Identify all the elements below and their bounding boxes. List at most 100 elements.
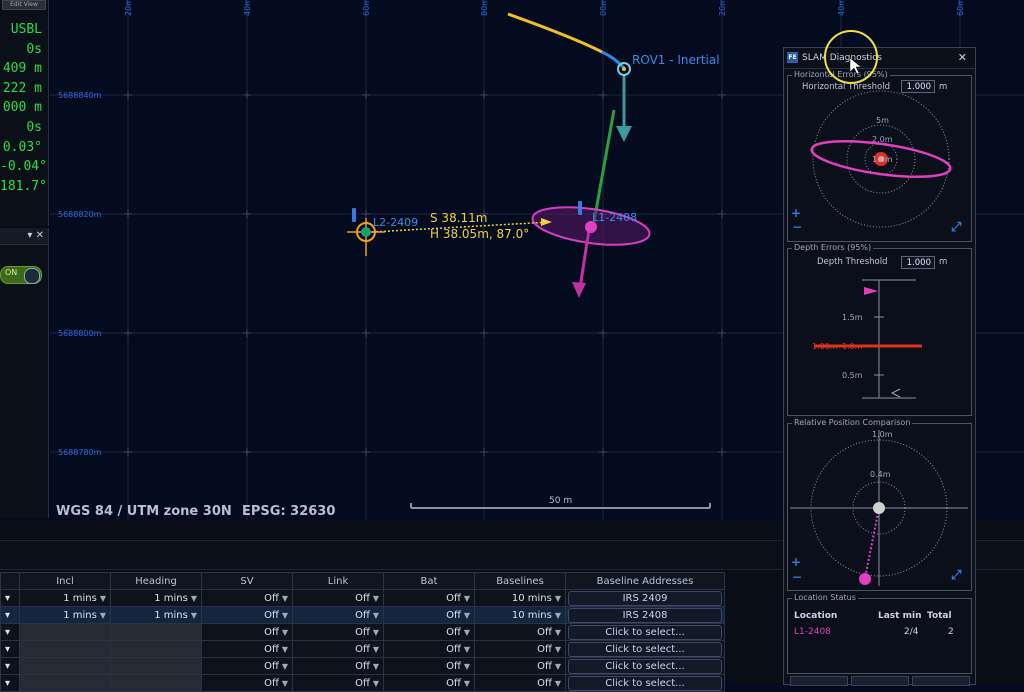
column-header[interactable]: Link <box>292 572 384 590</box>
table-cell[interactable]: Off ▼ <box>474 640 566 658</box>
table-cell[interactable] <box>110 623 202 641</box>
table-cell[interactable]: Off ▼ <box>474 674 566 692</box>
table-cell[interactable]: Off ▼ <box>201 589 293 607</box>
location-last-min: 2/4 <box>904 627 919 637</box>
table-cell[interactable]: ▾ <box>0 674 20 692</box>
column-header[interactable] <box>0 572 20 590</box>
table-cell[interactable] <box>19 640 111 658</box>
expand-icon[interactable]: ⤢ <box>951 568 961 583</box>
baseline-address-cell: Click to select... <box>565 640 725 658</box>
on-toggle[interactable]: ON <box>0 266 42 284</box>
table-cell[interactable]: Off ▼ <box>292 589 384 607</box>
table-cell[interactable]: ▾ <box>0 606 20 624</box>
chevron-down-icon: ▼ <box>372 661 379 671</box>
column-header[interactable]: Heading <box>110 572 202 590</box>
table-cell[interactable]: Off ▼ <box>383 657 475 675</box>
table-row[interactable]: ▾ Off ▼ Off ▼ Off ▼ Off ▼ Click to select... <box>0 623 725 641</box>
table-cell[interactable]: Off ▼ <box>383 606 475 624</box>
table-cell[interactable] <box>110 674 202 692</box>
table-cell[interactable]: Off ▼ <box>474 623 566 641</box>
column-header[interactable]: Incl <box>19 572 111 590</box>
table-row[interactable]: ▾ Off ▼ Off ▼ Off ▼ Off ▼ Click to select... <box>0 640 725 658</box>
baseline-address-button[interactable]: Click to select... <box>568 641 722 657</box>
table-cell[interactable]: ▾ <box>0 657 20 675</box>
table-cell[interactable]: ▾ <box>0 589 20 607</box>
table-cell[interactable] <box>19 623 111 641</box>
table-cell[interactable]: ▾ <box>0 640 20 658</box>
table-cell[interactable]: Off ▼ <box>201 640 293 658</box>
zoom-in-icon[interactable]: + <box>791 206 801 220</box>
table-cell[interactable]: 1 mins ▼ <box>19 589 111 607</box>
table-cell[interactable]: 1 mins ▼ <box>110 589 202 607</box>
table-row[interactable]: ▾ 1 mins ▼ 1 mins ▼ Off ▼ Off ▼ Off ▼ 10 mins ▼ IRS 2… <box>0 606 725 624</box>
baseline-address-button[interactable]: IRS 2409 <box>568 590 722 606</box>
telemetry-value: 409 m <box>2 61 42 77</box>
column-header[interactable]: Baselines <box>474 572 566 590</box>
telemetry-value: 0s <box>26 41 42 57</box>
table-cell[interactable]: Off ▼ <box>201 657 293 675</box>
table-row[interactable]: ▾ 1 mins ▼ 1 mins ▼ Off ▼ Off ▼ Off ▼ 10 mins ▼ IRS 2… <box>0 589 725 607</box>
range-slant: S 38.11m <box>430 211 487 225</box>
table-cell[interactable] <box>110 657 202 675</box>
table-cell[interactable]: Off ▼ <box>201 623 293 641</box>
chevron-down-icon: ▼ <box>372 678 379 688</box>
slam-window-title[interactable]: FE SLAM Diagnostics ✕ <box>784 48 975 69</box>
table-row[interactable]: ▾ Off ▼ Off ▼ Off ▼ Off ▼ Click to select... <box>0 674 725 692</box>
table-cell[interactable]: Off ▼ <box>383 640 475 658</box>
table-cell[interactable]: Off ▼ <box>292 674 384 692</box>
zoom-out-icon[interactable]: − <box>792 570 802 584</box>
slam-footer-button[interactable] <box>851 676 909 686</box>
table-cell[interactable]: Off ▼ <box>292 606 384 624</box>
table-cell[interactable]: Off ▼ <box>201 674 293 692</box>
zoom-in-icon[interactable]: + <box>791 555 801 569</box>
close-icon[interactable]: ✕ <box>958 48 967 68</box>
baseline-address-button[interactable]: Click to select... <box>568 624 722 640</box>
left-panel-header-icons[interactable]: ▾ ✕ <box>0 228 48 245</box>
svg-text:5m: 5m <box>876 116 889 125</box>
table-cell[interactable] <box>19 657 111 675</box>
table-cell[interactable]: Off ▼ <box>474 657 566 675</box>
zoom-out-icon[interactable]: − <box>792 220 802 234</box>
slam-footer-button[interactable] <box>790 676 848 686</box>
table-cell[interactable]: Off ▼ <box>383 623 475 641</box>
table-cell[interactable]: Off ▼ <box>292 623 384 641</box>
edit-view-button[interactable]: Edit View <box>2 0 46 10</box>
baseline-address-button[interactable]: Click to select... <box>568 658 722 674</box>
table-cell[interactable]: 10 mins ▼ <box>474 606 566 624</box>
table-cell[interactable]: Off ▼ <box>201 606 293 624</box>
slam-title-text: SLAM Diagnostics <box>802 53 882 63</box>
column-header[interactable]: Baseline Addresses <box>565 572 725 590</box>
table-cell[interactable]: ▾ <box>0 623 20 641</box>
svg-text:0.4m: 0.4m <box>870 470 891 479</box>
chevron-down-icon: ▼ <box>554 661 561 671</box>
chevron-down-icon: ▼ <box>281 627 288 637</box>
baseline-address-button[interactable]: Click to select... <box>568 675 722 691</box>
location-status-panel: Location Status Location Last min Total … <box>787 593 972 674</box>
column-header[interactable]: Bat <box>383 572 475 590</box>
expand-icon[interactable]: ⤢ <box>951 220 961 235</box>
slam-footer-button[interactable] <box>912 676 970 686</box>
baseline-address-cell: Click to select... <box>565 674 725 692</box>
table-cell[interactable]: 1 mins ▼ <box>19 606 111 624</box>
chevron-down-icon: ▼ <box>554 678 561 688</box>
baseline-address-button[interactable]: IRS 2408 <box>568 607 722 623</box>
table-cell[interactable] <box>110 640 202 658</box>
location-name[interactable]: L1-2408 <box>794 627 831 637</box>
table-cell[interactable]: Off ▼ <box>383 589 475 607</box>
table-cell[interactable]: Off ▼ <box>383 674 475 692</box>
chevron-down-icon: ▼ <box>281 610 288 620</box>
chevron-down-icon: ▼ <box>463 678 470 688</box>
table-cell[interactable]: Off ▼ <box>292 657 384 675</box>
column-header[interactable]: SV <box>201 572 293 590</box>
chevron-down-icon: ▼ <box>281 593 288 603</box>
table-cell[interactable]: Off ▼ <box>292 640 384 658</box>
baseline-address-cell: IRS 2409 <box>565 589 725 607</box>
table-cell[interactable]: 1 mins ▼ <box>110 606 202 624</box>
chevron-down-icon: ▼ <box>190 610 197 620</box>
telemetry-value: 000 m <box>2 100 42 116</box>
table-cell[interactable]: 10 mins ▼ <box>474 589 566 607</box>
chevron-down-icon: ▼ <box>281 661 288 671</box>
table-row[interactable]: ▾ Off ▼ Off ▼ Off ▼ Off ▼ Click to select... <box>0 657 725 675</box>
svg-text:2.0m: 2.0m <box>872 135 893 144</box>
table-cell[interactable] <box>19 674 111 692</box>
